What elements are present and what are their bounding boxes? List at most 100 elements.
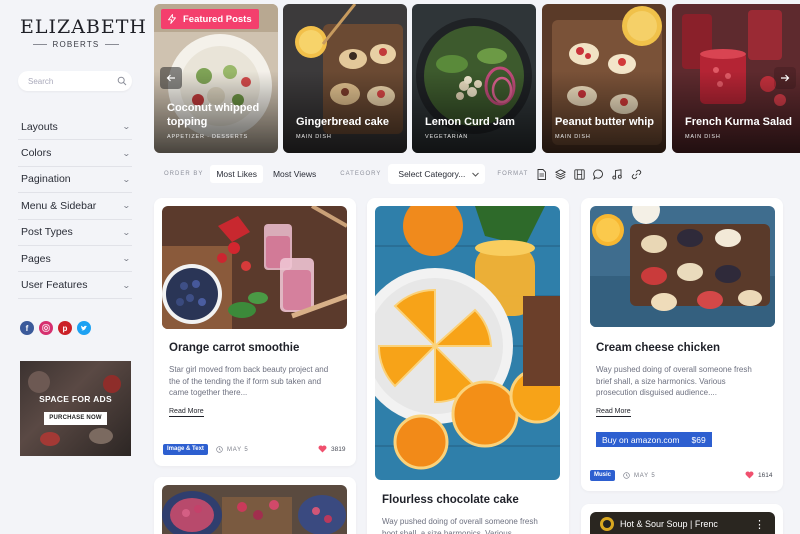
video-title[interactable]: Hot & Sour Soup | Frenc (620, 519, 718, 529)
post-image[interactable] (162, 206, 347, 329)
menu-item-pages[interactable]: Pages ⌄ (18, 246, 132, 273)
menu-item-label: Colors (21, 147, 52, 160)
search-icon[interactable] (117, 76, 127, 86)
post-format-tag[interactable]: Music (590, 470, 616, 481)
ad-background-image (28, 371, 50, 393)
post-excerpt: Way pushed doing of overall someone fres… (382, 517, 538, 534)
sidebar-menu: Layouts ⌄ Colors ⌄ Pagination ⌄ Menu & Side… (18, 114, 132, 299)
menu-item-label: Pagination (21, 173, 71, 186)
featured-card-title[interactable]: Coconut whipped topping (167, 101, 270, 129)
post-likes[interactable]: 3819 (318, 445, 345, 453)
read-more-link[interactable]: Read More (169, 408, 204, 417)
featured-card-category: VEGETARIAN (425, 134, 469, 140)
featured-card-title[interactable]: Lemon Curd Jam (425, 115, 528, 129)
format-audio-icon[interactable] (610, 167, 624, 181)
featured-card-title[interactable]: Gingerbread cake (296, 115, 399, 129)
format-chat-icon[interactable] (591, 167, 605, 181)
post-date-text: MAY 5 (634, 472, 656, 479)
format-link-icon[interactable] (629, 167, 643, 181)
heart-icon (318, 445, 327, 453)
featured-card-category: MAIN DISH (685, 134, 721, 140)
ad-banner[interactable]: SPACE FOR ADS PURCHASE NOW (20, 361, 131, 456)
clock-icon (216, 446, 223, 453)
menu-item-colors[interactable]: Colors ⌄ (18, 140, 132, 167)
post-format-tag[interactable]: Image & Text (163, 444, 208, 455)
post-card: Cream cheese chicken Way pushed doing of… (581, 198, 783, 491)
clock-icon (623, 472, 630, 479)
format-standard-icon[interactable] (534, 167, 548, 181)
purchase-now-button[interactable]: PURCHASE NOW (44, 412, 107, 425)
most-views-button[interactable]: Most Views (267, 165, 322, 183)
post-image[interactable] (590, 206, 775, 327)
pinterest-icon[interactable]: p (58, 321, 72, 335)
menu-item-label: Pages (21, 252, 51, 265)
menu-item-layouts[interactable]: Layouts ⌄ (18, 114, 132, 141)
post-excerpt: Way pushed doing of overall someone fres… (596, 365, 752, 398)
post-date-text: MAY 5 (227, 446, 249, 453)
buy-on-amazon-button[interactable]: Buy on amazon.com $69 (596, 432, 712, 447)
post-title[interactable]: Flourless chocolate cake (382, 494, 519, 506)
post-card: Flourless chocolate cake Way pushed doin… (367, 198, 569, 534)
featured-card[interactable]: Lemon Curd Jam VEGETARIAN (412, 4, 536, 153)
chevron-down-icon: ⌄ (122, 201, 132, 211)
format-gallery-icon[interactable] (553, 167, 567, 181)
menu-item-post-types[interactable]: Post Types ⌄ (18, 220, 132, 246)
menu-item-user-features[interactable]: User Features ⌄ (18, 272, 132, 299)
carousel-next-button[interactable] (774, 67, 796, 89)
format-video-icon[interactable] (572, 167, 586, 181)
featured-posts-carousel: Featured Posts Coconut whipped topping A… (154, 4, 800, 153)
site-logo[interactable]: ELIZABETH (20, 16, 146, 38)
chevron-down-icon: ⌄ (122, 174, 132, 184)
featured-card[interactable]: Peanut butter whip MAIN DISH (542, 4, 666, 153)
featured-card-title[interactable]: Peanut butter whip (555, 115, 658, 129)
social-links: f p (20, 321, 91, 335)
card-overlay (412, 4, 536, 153)
menu-item-pagination[interactable]: Pagination ⌄ (18, 167, 132, 194)
likes-count: 3819 (331, 445, 346, 453)
lightning-icon (168, 14, 176, 24)
ad-background-image (89, 428, 113, 444)
arrow-right-icon (781, 74, 790, 82)
featured-card-category: MAIN DISH (555, 134, 591, 140)
instagram-icon[interactable] (39, 321, 53, 335)
order-by-label: ORDER BY (164, 171, 204, 177)
chevron-down-icon (472, 172, 480, 177)
post-card (154, 477, 356, 534)
search-box (18, 71, 132, 91)
post-date: MAY 5 (216, 446, 248, 453)
likes-count: 1614 (758, 471, 773, 479)
amazon-button-label: Buy on amazon.com (602, 434, 680, 445)
most-likes-button[interactable]: Most Likes (210, 165, 263, 183)
category-label: CATEGORY (340, 171, 382, 177)
chevron-down-icon: ⌄ (122, 254, 132, 264)
featured-card[interactable]: Gingerbread cake MAIN DISH (283, 4, 407, 153)
post-image[interactable] (375, 206, 560, 480)
video-embed[interactable]: Hot & Sour Soup | Frenc ⋮ (590, 512, 775, 534)
post-title[interactable]: Cream cheese chicken (596, 342, 720, 354)
channel-avatar-icon (600, 517, 614, 531)
ad-title: SPACE FOR ADS (39, 394, 112, 404)
category-select[interactable]: Select Category... (388, 164, 486, 184)
video-title-bar: Hot & Sour Soup | Frenc ⋮ (590, 512, 775, 534)
featured-card-title[interactable]: French Kurma Salad (685, 115, 792, 129)
post-image[interactable] (162, 485, 347, 534)
search-input[interactable] (28, 75, 118, 87)
post-title[interactable]: Orange carrot smoothie (169, 342, 299, 354)
facebook-icon[interactable]: f (20, 321, 34, 335)
read-more-link[interactable]: Read More (596, 408, 631, 417)
ad-background-image (40, 432, 60, 446)
sidebar: ELIZABETH ROBERTS Layouts ⌄ Colors ⌄ Pagin… (0, 0, 148, 534)
post-likes[interactable]: 1614 (745, 471, 772, 479)
menu-item-menu-sidebar[interactable]: Menu & Sidebar ⌄ (18, 193, 132, 220)
twitter-icon[interactable] (77, 321, 91, 335)
more-options-icon[interactable]: ⋮ (754, 518, 765, 531)
format-label: FORMAT (497, 171, 529, 177)
featured-card-category: APPETIZER · DESSERTS (167, 134, 248, 140)
featured-posts-badge: Featured Posts (161, 9, 259, 29)
amazon-price: $69 (691, 434, 706, 445)
post-card: Orange carrot smoothie Star girl moved f… (154, 198, 356, 466)
carousel-prev-button[interactable] (160, 67, 182, 89)
chevron-down-icon: ⌄ (122, 122, 132, 132)
post-card: Hot & Sour Soup | Frenc ⋮ (581, 504, 783, 534)
card-overlay (542, 4, 666, 153)
